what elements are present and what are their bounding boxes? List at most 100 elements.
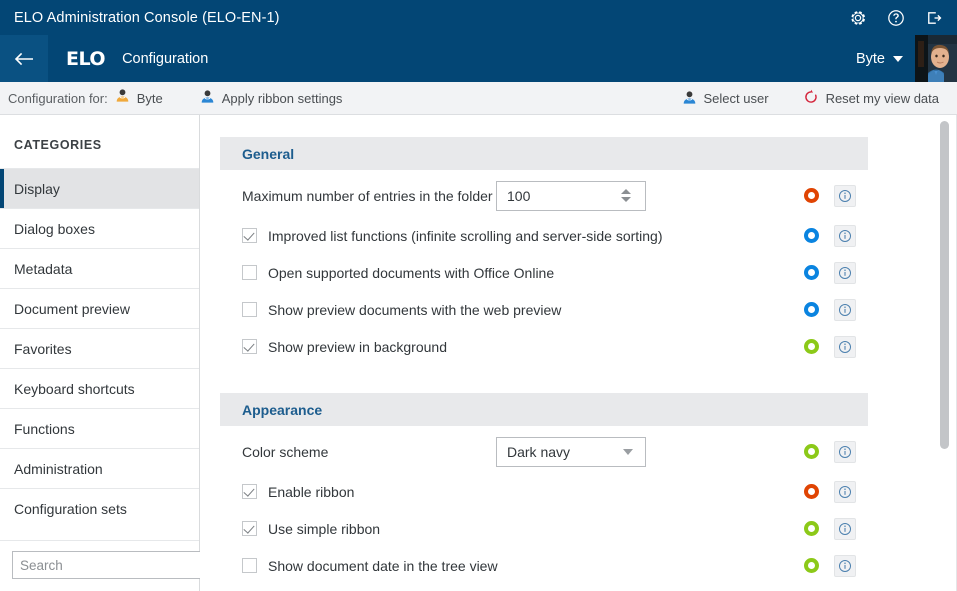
setting-label[interactable]: Enable ribbon [268,484,354,500]
sidebar-item-favorites[interactable]: Favorites [0,328,199,368]
arrow-left-icon [14,52,33,65]
checkbox-improved-list-functions[interactable] [242,228,257,243]
row-indicators [804,510,856,547]
setting-row-color-scheme: Color scheme Dark navy [220,430,868,473]
sidebar-item-label: Dialog boxes [14,220,95,237]
row-indicators [804,473,856,510]
checkbox-preview-background[interactable] [242,339,257,354]
chevron-down-icon[interactable] [623,448,633,455]
chevron-down-icon[interactable] [893,55,903,62]
quantity-stepper[interactable] [615,182,637,210]
reset-arrow-icon [803,89,819,108]
user-menu[interactable]: Byte [856,35,957,82]
info-button[interactable] [834,335,856,358]
back-button[interactable] [0,35,48,82]
sidebar-item-label: Display [14,180,60,197]
setting-label[interactable]: Improved list functions (infinite scroll… [268,228,663,244]
info-icon [839,522,851,535]
user-name-label[interactable]: Byte [856,51,885,67]
sidebar-item-label: Favorites [14,340,72,357]
sidebar-item-keyboard-shortcuts[interactable]: Keyboard shortcuts [0,368,199,408]
info-button[interactable] [834,298,856,321]
setting-label[interactable]: Show preview in background [268,339,447,355]
user-blue-icon [200,89,215,107]
apply-ribbon-settings-label: Apply ribbon settings [221,90,343,106]
categories-list: Display Dialog boxes Metadata Document p… [0,168,199,540]
apply-ribbon-settings-button[interactable]: Apply ribbon settings [200,89,343,107]
section-rows: Maximum number of entries in the folder [220,170,868,365]
sidebar-item-configuration-sets[interactable]: Configuration sets [0,488,199,528]
row-indicators [804,430,856,473]
info-button[interactable] [834,440,856,463]
info-button[interactable] [834,224,856,247]
status-ring-blue[interactable] [804,228,819,243]
section-general: General Maximum number of entries in the… [220,137,868,365]
info-icon [839,559,851,572]
window-icon-group [849,0,943,35]
section-rows: Color scheme Dark navy Enable ribbon Use… [220,426,868,584]
info-button[interactable] [834,261,856,284]
sidebar-item-functions[interactable]: Functions [0,408,199,448]
sidebar-item-document-preview[interactable]: Document preview [0,288,199,328]
checkbox-enable-ribbon[interactable] [242,484,257,499]
config-for-user: Byte [136,90,163,106]
sidebar-item-dialog-boxes[interactable]: Dialog boxes [0,208,199,248]
row-indicators [804,174,856,217]
stepper-down-icon[interactable] [621,197,631,202]
setting-label[interactable]: Open supported documents with Office Onl… [268,265,554,281]
status-ring-green[interactable] [804,521,819,536]
scrollbar-thumb[interactable] [940,121,949,449]
setting-label[interactable]: Show preview documents with the web prev… [268,302,561,318]
setting-row-max-entries: Maximum number of entries in the folder [220,174,868,217]
select-user-button[interactable]: Select user [682,90,769,108]
content-scrollbar[interactable] [940,121,949,585]
sidebar-item-label: Keyboard shortcuts [14,380,135,397]
config-for-label: Configuration for: [8,90,108,106]
sidebar: CATEGORIES Display Dialog boxes Metadata… [0,115,230,591]
status-ring-green[interactable] [804,339,819,354]
info-icon [839,445,851,458]
max-entries-input[interactable] [497,181,615,210]
body: CATEGORIES Display Dialog boxes Metadata… [0,115,957,591]
status-ring-orange[interactable] [804,484,819,499]
avatar[interactable] [915,35,957,82]
setting-row-document-date: Show document date in the tree view [220,547,868,584]
info-button[interactable] [834,517,856,540]
row-indicators [804,328,856,365]
gear-icon[interactable] [849,9,867,27]
info-icon [839,266,851,279]
setting-row-preview-background: Show preview in background [220,328,868,365]
info-button[interactable] [834,184,856,207]
logout-icon[interactable] [925,9,943,27]
setting-label: Maximum number of entries in the folder [242,187,493,204]
sidebar-item-metadata[interactable]: Metadata [0,248,199,288]
info-button[interactable] [834,554,856,577]
status-ring-green[interactable] [804,558,819,573]
checkbox-web-preview[interactable] [242,302,257,317]
stepper-up-icon[interactable] [621,189,631,194]
color-scheme-select[interactable]: Dark navy [496,436,646,467]
checkbox-office-online[interactable] [242,265,257,280]
status-ring-blue[interactable] [804,265,819,280]
setting-label[interactable]: Show document date in the tree view [268,558,498,574]
row-indicators [804,291,856,328]
setting-label[interactable]: Use simple ribbon [268,521,380,537]
status-ring-green[interactable] [804,444,819,459]
sidebar-item-label: Configuration sets [14,500,127,517]
sidebar-item-display[interactable]: Display [0,168,199,208]
search-input[interactable] [12,551,205,579]
reset-view-data-label: Reset my view data [825,91,939,106]
status-ring-blue[interactable] [804,302,819,317]
info-icon [839,340,851,353]
section-appearance: Appearance Color scheme Dark navy Enable… [220,393,868,584]
checkbox-simple-ribbon[interactable] [242,521,257,536]
sidebar-item-administration[interactable]: Administration [0,448,199,488]
row-indicators [804,547,856,584]
status-ring-orange[interactable] [804,188,819,203]
help-icon[interactable] [887,9,905,27]
checkbox-document-date[interactable] [242,558,257,573]
reset-view-data-button[interactable]: Reset my view data [803,89,939,108]
row-indicators [804,217,856,254]
action-toolbar: Configuration for: Byte Apply ribbon set… [0,82,957,115]
info-button[interactable] [834,480,856,503]
